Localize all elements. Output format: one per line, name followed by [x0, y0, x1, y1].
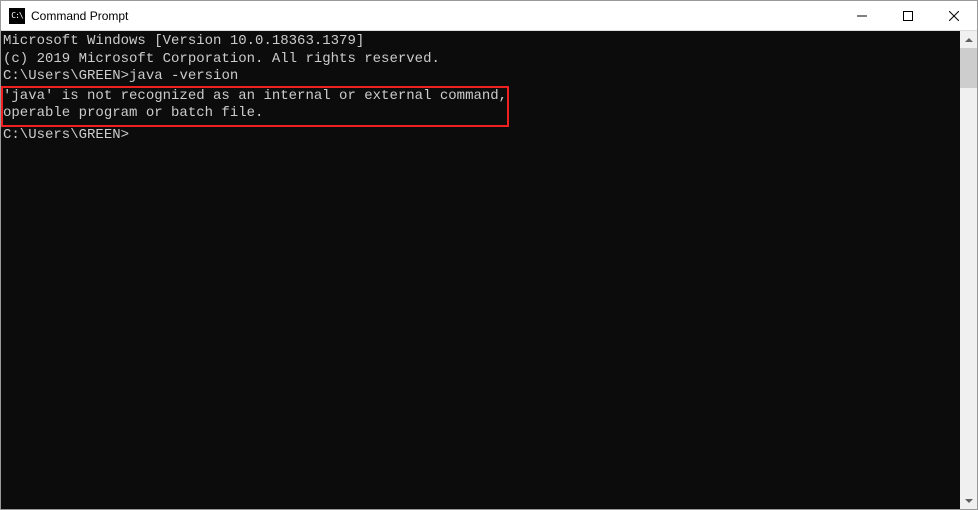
- terminal-wrapper: Microsoft Windows [Version 10.0.18363.13…: [1, 31, 977, 509]
- output-line: Microsoft Windows [Version 10.0.18363.13…: [3, 33, 958, 51]
- command-text: java -version: [129, 68, 238, 84]
- minimize-icon: [857, 11, 867, 21]
- close-icon: [949, 11, 959, 21]
- window-controls: [839, 1, 977, 30]
- output-line: (c) 2019 Microsoft Corporation. All righ…: [3, 51, 958, 69]
- title-bar[interactable]: C:\ Command Prompt: [1, 1, 977, 31]
- chevron-down-icon: [965, 499, 973, 503]
- error-highlight: 'java' is not recognized as an internal …: [1, 86, 509, 127]
- maximize-button[interactable]: [885, 1, 931, 30]
- scroll-track[interactable]: [960, 48, 977, 492]
- chevron-up-icon: [965, 38, 973, 42]
- scroll-up-arrow[interactable]: [960, 31, 977, 48]
- command-line: C:\Users\GREEN>java -version: [3, 68, 958, 86]
- close-button[interactable]: [931, 1, 977, 30]
- prompt: C:\Users\GREEN>: [3, 68, 129, 84]
- window-title: Command Prompt: [31, 9, 839, 23]
- scroll-down-arrow[interactable]: [960, 492, 977, 509]
- terminal-output[interactable]: Microsoft Windows [Version 10.0.18363.13…: [1, 31, 960, 509]
- error-line: 'java' is not recognized as an internal …: [3, 88, 507, 106]
- prompt-line: C:\Users\GREEN>: [3, 127, 958, 145]
- error-line: operable program or batch file.: [3, 105, 507, 123]
- minimize-button[interactable]: [839, 1, 885, 30]
- maximize-icon: [903, 11, 913, 21]
- scroll-thumb[interactable]: [960, 48, 977, 88]
- prompt: C:\Users\GREEN>: [3, 127, 129, 143]
- vertical-scrollbar[interactable]: [960, 31, 977, 509]
- app-icon: C:\: [9, 8, 25, 24]
